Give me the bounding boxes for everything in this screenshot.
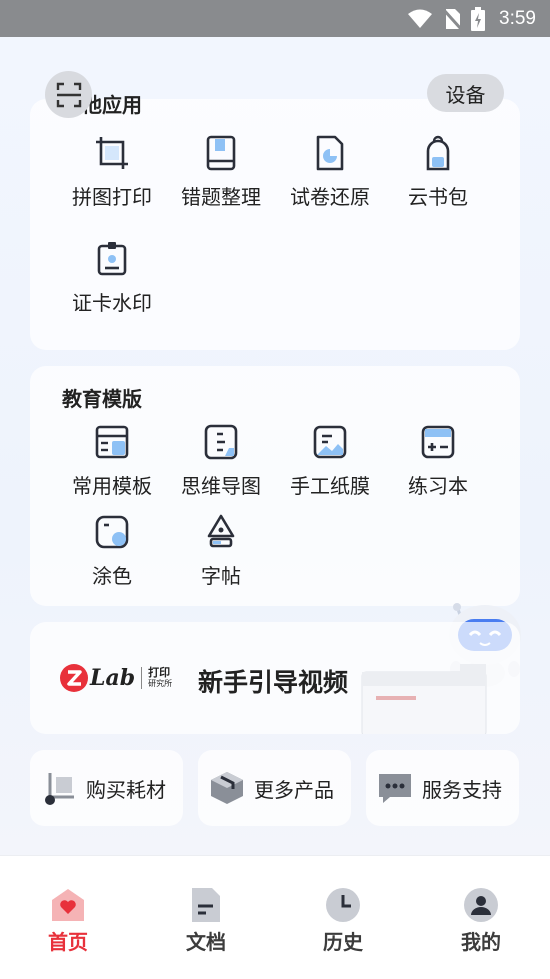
pen-nib-icon bbox=[207, 514, 235, 548]
service-support-button[interactable]: 服务支持 bbox=[366, 750, 519, 826]
banner-headline: 新手引导视频 bbox=[198, 668, 349, 697]
app-label: 拼图打印 bbox=[72, 185, 152, 209]
zlab-logo: Lab 打印 研究所 bbox=[60, 664, 172, 692]
tab-label: 文档 bbox=[186, 930, 226, 954]
home-icon bbox=[52, 889, 84, 921]
edu-label: 练习本 bbox=[408, 474, 468, 498]
more-products-button[interactable]: 更多产品 bbox=[198, 750, 351, 826]
quick-label: 服务支持 bbox=[422, 777, 502, 802]
math-notebook-icon bbox=[421, 425, 455, 459]
education-card: 教育模版 常用模板 思维导图 手工纸膜 练习本 涂色 字帖 bbox=[30, 366, 520, 606]
app-label: 云书包 bbox=[408, 185, 468, 209]
app-mistake-book[interactable]: 错题整理 bbox=[166, 133, 276, 210]
template-icon bbox=[95, 425, 129, 459]
edu-coloring[interactable]: 涂色 bbox=[57, 512, 167, 589]
buy-supplies-button[interactable]: 购买耗材 bbox=[30, 750, 183, 826]
edu-common-templates[interactable]: 常用模板 bbox=[57, 422, 167, 499]
app-label: 证卡水印 bbox=[72, 291, 152, 315]
cart-icon bbox=[45, 773, 74, 805]
education-title: 教育模版 bbox=[62, 387, 142, 411]
edu-label: 手工纸膜 bbox=[290, 474, 370, 498]
edu-mind-map[interactable]: 思维导图 bbox=[166, 422, 276, 499]
tab-history[interactable]: 历史 bbox=[303, 886, 383, 955]
status-bar: 3:59 bbox=[0, 0, 550, 37]
mindmap-icon bbox=[204, 424, 238, 460]
image-paper-icon bbox=[313, 425, 347, 459]
box-icon bbox=[211, 772, 243, 804]
chat-icon bbox=[379, 774, 411, 803]
logo-subtitle-top: 打印 bbox=[148, 666, 171, 679]
battery-charging-icon bbox=[471, 6, 486, 31]
app-id-watermark[interactable]: 证卡水印 bbox=[57, 239, 167, 316]
other-apps-card: 其他应用 拼图打印 错题整理 试卷还原 云书包 证卡水印 bbox=[30, 93, 520, 350]
tab-label: 我的 bbox=[461, 930, 501, 954]
tab-label: 首页 bbox=[48, 930, 88, 954]
edu-label: 常用模板 bbox=[72, 474, 152, 498]
book-icon bbox=[206, 135, 236, 171]
logo-divider bbox=[141, 667, 143, 689]
logo-subtitle-bottom: 研究所 bbox=[148, 679, 173, 688]
scan-button[interactable] bbox=[45, 71, 92, 118]
device-button[interactable]: 设备 bbox=[427, 74, 504, 112]
tab-documents[interactable]: 文档 bbox=[166, 886, 246, 955]
backpack-icon bbox=[426, 135, 450, 171]
app-paper-restore[interactable]: 试卷还原 bbox=[275, 133, 385, 210]
tab-label: 历史 bbox=[323, 930, 363, 954]
clock-icon bbox=[326, 888, 360, 922]
edu-label: 字帖 bbox=[201, 564, 241, 588]
scan-icon bbox=[56, 82, 81, 107]
app-label: 错题整理 bbox=[181, 185, 261, 209]
document-pie-icon bbox=[316, 135, 344, 171]
edu-copybook[interactable]: 字帖 bbox=[166, 512, 276, 589]
app-cloud-bag[interactable]: 云书包 bbox=[383, 133, 493, 210]
no-sim-icon bbox=[443, 7, 462, 30]
home-content[interactable]: 其他应用 拼图打印 错题整理 试卷还原 云书包 证卡水印 设备 教育模版 常用模… bbox=[0, 37, 550, 855]
user-icon bbox=[464, 888, 498, 922]
app-puzzle-print[interactable]: 拼图打印 bbox=[57, 133, 167, 210]
crop-icon bbox=[96, 137, 128, 169]
printer-image bbox=[361, 664, 487, 734]
app-label: 试卷还原 bbox=[290, 185, 370, 209]
z-logo-icon bbox=[60, 664, 88, 692]
status-time: 3:59 bbox=[499, 7, 536, 29]
id-card-icon bbox=[97, 242, 127, 276]
wifi-icon bbox=[408, 9, 433, 28]
logo-text: Lab bbox=[90, 665, 136, 691]
edu-exercise-book[interactable]: 练习本 bbox=[383, 422, 493, 499]
tab-profile[interactable]: 我的 bbox=[441, 886, 521, 955]
coloring-icon bbox=[95, 515, 129, 549]
bottom-tab-bar: 首页 文档 历史 我的 bbox=[0, 855, 550, 979]
tab-home[interactable]: 首页 bbox=[28, 886, 108, 955]
edu-label: 思维导图 bbox=[181, 474, 261, 498]
quick-label: 更多产品 bbox=[254, 777, 334, 802]
logo-subtitle: 打印 研究所 bbox=[148, 667, 172, 689]
quick-label: 购买耗材 bbox=[86, 777, 166, 802]
edu-label: 涂色 bbox=[92, 564, 132, 588]
tutorial-video-banner[interactable]: Lab 打印 研究所 新手引导视频 bbox=[30, 622, 520, 734]
document-icon bbox=[192, 888, 220, 922]
edu-handcraft-paper[interactable]: 手工纸膜 bbox=[275, 422, 385, 499]
